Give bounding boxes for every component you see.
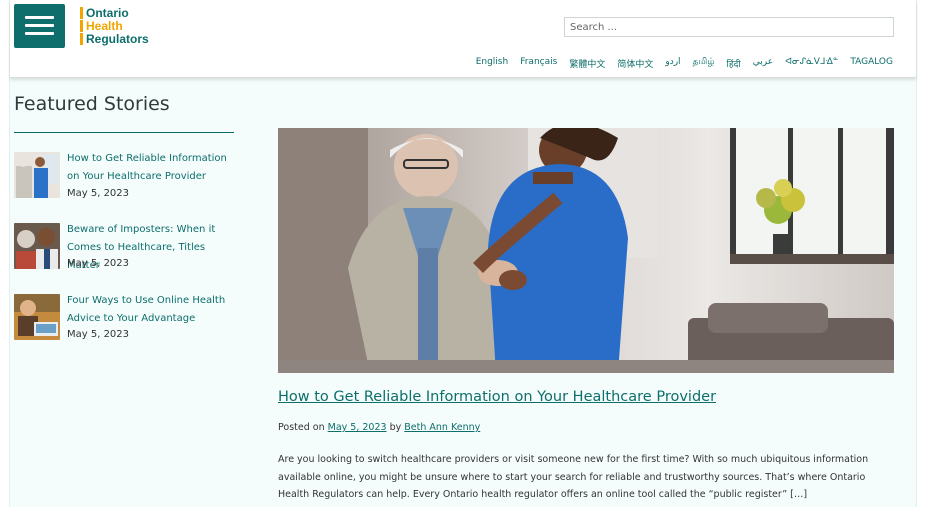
featured-article-image[interactable] — [278, 128, 894, 373]
story-thumbnail[interactable] — [14, 152, 60, 198]
language-link-oji-cree[interactable]: ᐊᓂᔑᓈᐯᒧᐎᓐ — [785, 57, 838, 70]
page-frame: Ontario Health Regulators English França… — [9, 0, 917, 507]
search-input[interactable] — [564, 17, 894, 37]
story-link[interactable]: How to Get Reliable Information on Your … — [67, 150, 237, 186]
story-date: May 5, 2023 — [67, 329, 130, 340]
logo-text-line2: Health — [86, 19, 123, 33]
story-date: May 5, 2023 — [67, 258, 130, 269]
logo-text-line3: Regulators — [86, 32, 149, 46]
language-link-arabic[interactable]: عربي — [753, 57, 773, 70]
language-switcher: English Français 繁體中文 简体中文 اردو தமிழ் हि… — [476, 57, 893, 70]
article-date-link[interactable]: May 5, 2023 — [328, 422, 387, 433]
author-link[interactable]: Beth Ann Kenny — [404, 422, 480, 433]
story-thumbnail[interactable] — [14, 294, 60, 340]
logo-bar — [80, 7, 83, 19]
posted-on-label: Posted on — [278, 422, 325, 433]
article-excerpt: Are you looking to switch healthcare pro… — [278, 454, 869, 500]
language-link-tagalog[interactable]: TAGALOG — [850, 57, 893, 70]
hamburger-menu-icon[interactable] — [14, 4, 65, 48]
language-link-french[interactable]: Français — [520, 57, 557, 70]
featured-story-item: Beware of Imposters: When it Comes to He… — [14, 223, 239, 273]
language-link-english[interactable]: English — [476, 57, 509, 70]
sidebar-divider — [14, 132, 234, 133]
story-link[interactable]: Four Ways to Use Online Health Advice to… — [67, 292, 237, 328]
logo-bar — [80, 20, 83, 32]
featured-stories-heading: Featured Stories — [14, 93, 170, 115]
language-link-tamil[interactable]: தமிழ் — [693, 57, 715, 70]
language-link-simplified-chinese[interactable]: 简体中文 — [617, 57, 653, 70]
language-link-urdu[interactable]: اردو — [665, 57, 680, 70]
site-header: Ontario Health Regulators English França… — [10, 0, 916, 78]
featured-story-item: How to Get Reliable Information on Your … — [14, 152, 239, 202]
article-title-link[interactable]: How to Get Reliable Information on Your … — [278, 389, 716, 405]
story-date: May 5, 2023 — [67, 188, 130, 199]
by-label: by — [389, 422, 402, 433]
language-link-hindi[interactable]: हिंदी — [727, 57, 741, 70]
language-link-traditional-chinese[interactable]: 繁體中文 — [569, 57, 605, 70]
story-thumbnail[interactable] — [14, 223, 60, 269]
logo-text-line1: Ontario — [86, 6, 129, 20]
featured-story-item: Four Ways to Use Online Health Advice to… — [14, 294, 239, 344]
article-meta: Posted on May 5, 2023 by Beth Ann Kenny — [278, 422, 480, 433]
logo-bar — [80, 33, 83, 45]
site-logo[interactable]: Ontario Health Regulators — [80, 6, 160, 46]
